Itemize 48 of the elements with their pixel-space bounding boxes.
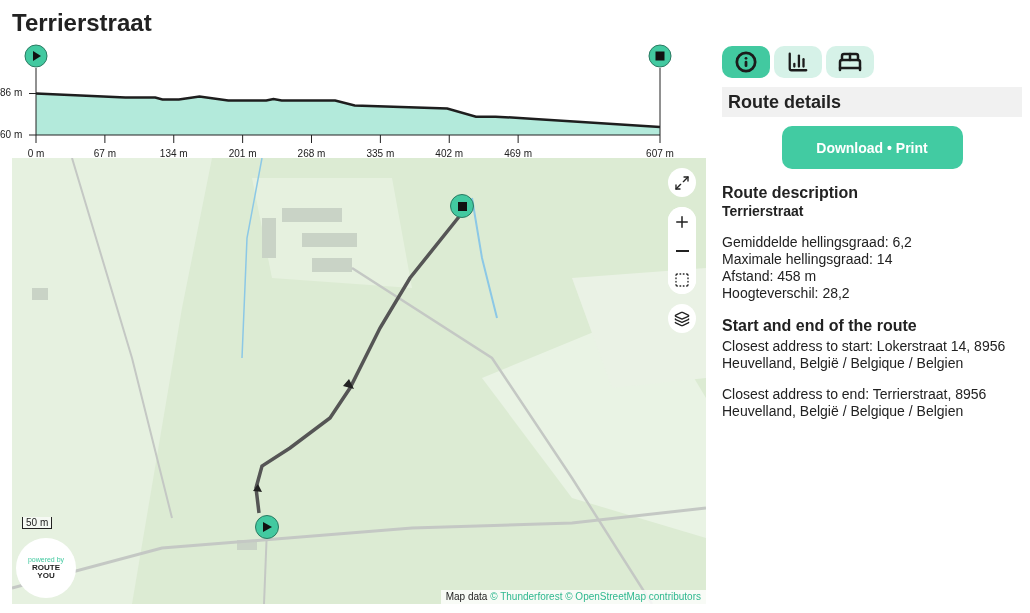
x-tick-label: 134 m bbox=[159, 148, 188, 159]
stat-line: Gemiddelde hellingsgraad: 6,2 bbox=[722, 234, 913, 251]
attribution-link[interactable]: © Thunderforest bbox=[490, 591, 563, 602]
expand-icon bbox=[674, 174, 690, 191]
layers-icon bbox=[674, 310, 690, 327]
info-icon bbox=[735, 51, 757, 73]
y-tick: 86 m bbox=[0, 87, 37, 99]
x-tick: 469 m bbox=[504, 134, 533, 158]
x-tick-label: 402 m bbox=[435, 148, 464, 159]
address-text: Closest address to start: Lokerstraat 14, 8956 Heuvelland, België / Belgique / Belgien bbox=[722, 338, 1007, 372]
tab[interactable] bbox=[826, 46, 874, 78]
dashed-box-icon bbox=[674, 271, 690, 288]
x-tick: 67 m bbox=[93, 134, 116, 158]
download-button[interactable]: Download • Print bbox=[781, 126, 963, 169]
section-heading: Route description bbox=[722, 183, 859, 203]
x-tick: 335 m bbox=[366, 134, 395, 158]
section-header: Route details bbox=[722, 87, 1022, 117]
page-title: Terrierstraat bbox=[12, 8, 152, 38]
x-tick-label: 67 m bbox=[93, 148, 116, 159]
attribution-text: Map data bbox=[445, 591, 488, 602]
attribution-link[interactable]: © OpenStreetMap contributors bbox=[565, 591, 701, 602]
tab[interactable] bbox=[774, 46, 822, 78]
x-tick-label: 607 m bbox=[646, 148, 674, 159]
address-text: Closest address to end: Terrierstraat, 8956 Heuvelland, België / Belgique / Belgien bbox=[722, 386, 988, 420]
logo-name: YOU bbox=[37, 572, 55, 580]
x-tick: 607 m bbox=[646, 134, 674, 158]
x-tick-label: 201 m bbox=[228, 148, 257, 159]
map-scale: 50 m bbox=[22, 517, 53, 529]
tab[interactable] bbox=[722, 46, 770, 78]
x-tick-label: 0 m bbox=[27, 148, 45, 159]
x-tick: 201 m bbox=[228, 134, 257, 158]
stat-line: Maximale hellingsgraad: 14 bbox=[722, 251, 894, 268]
y-tick-label: 86 m bbox=[0, 87, 23, 99]
x-tick-label: 335 m bbox=[366, 148, 395, 159]
x-tick: 402 m bbox=[435, 134, 464, 158]
stat-line: Afstand: 458 m bbox=[722, 268, 818, 285]
minus-icon bbox=[675, 249, 689, 252]
x-tick-label: 268 m bbox=[297, 148, 326, 159]
x-tick-label: 469 m bbox=[504, 148, 533, 159]
section-heading: Start and end of the route bbox=[722, 316, 918, 336]
bar-chart-icon bbox=[787, 51, 809, 73]
x-tick: 134 m bbox=[159, 134, 188, 158]
stat-line: Hoogteverschil: 28,2 bbox=[722, 285, 851, 302]
bed-icon bbox=[838, 50, 862, 74]
logo-name: ROUTE bbox=[32, 564, 60, 572]
x-tick: 268 m bbox=[297, 134, 326, 158]
route-name: Terrierstraat bbox=[722, 203, 805, 220]
y-tick-label: 60 m bbox=[0, 128, 23, 140]
